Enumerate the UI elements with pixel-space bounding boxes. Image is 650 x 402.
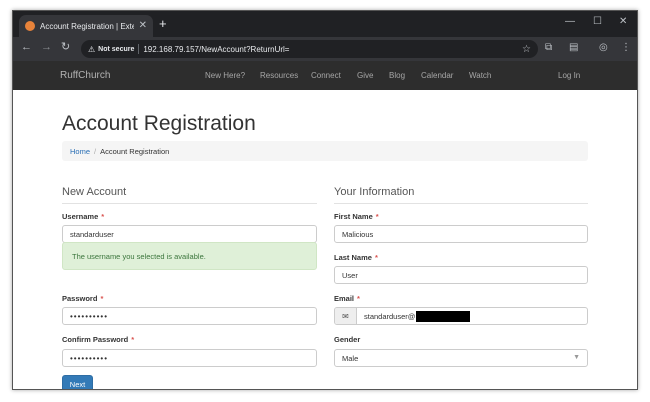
required-marker: * xyxy=(100,294,104,303)
extensions-icon[interactable]: ⧉ xyxy=(545,43,552,53)
required-marker: * xyxy=(357,294,360,303)
breadcrumb: Home / Account Registration xyxy=(62,141,588,161)
envelope-icon: ✉ xyxy=(335,308,357,324)
confirm-password-label-text: Confirm Password xyxy=(62,335,129,344)
address-bar[interactable]: ⚠ Not secure 192.168.79.157/NewAccount?R… xyxy=(81,40,538,58)
warning-triangle-icon[interactable]: ⚠ xyxy=(88,45,95,54)
required-marker: * xyxy=(101,212,105,221)
username-available-alert: The username you selected is available. xyxy=(62,242,317,270)
tab-strip: Account Registration | Externa ✕ + — ☐ ✕ xyxy=(13,11,637,37)
breadcrumb-separator: / xyxy=(94,146,97,156)
email-value: standarduser@ xyxy=(364,311,416,321)
new-tab-button[interactable]: + xyxy=(159,17,167,30)
browser-tab[interactable]: Account Registration | Externa ✕ xyxy=(19,15,153,37)
window-close-icon[interactable]: ✕ xyxy=(619,17,627,27)
nav-link-new-here[interactable]: New Here? xyxy=(205,71,245,80)
last-name-label: Last Name * xyxy=(334,253,378,262)
password-input[interactable]: •••••••••• xyxy=(62,307,317,325)
reload-icon[interactable]: ↻ xyxy=(61,42,70,53)
email-label: Email * xyxy=(334,294,360,303)
your-information-divider xyxy=(334,203,588,204)
last-name-label-text: Last Name xyxy=(334,253,372,262)
site-navbar: RuffChurch New Here? Resources Connect G… xyxy=(13,61,637,90)
minimize-icon[interactable]: — xyxy=(565,17,575,27)
menu-icon[interactable]: ⋮ xyxy=(621,43,631,53)
username-label-text: Username xyxy=(62,212,99,221)
maximize-icon[interactable]: ☐ xyxy=(593,17,602,27)
redaction-box xyxy=(416,310,471,322)
your-information-legend: Your Information xyxy=(334,186,415,198)
url-text[interactable]: 192.168.79.157/NewAccount?ReturnUrl= xyxy=(143,45,522,54)
chevron-down-icon: ▼ xyxy=(573,354,580,361)
new-account-legend: New Account xyxy=(62,186,127,198)
nav-link-blog[interactable]: Blog xyxy=(389,71,405,80)
required-marker: * xyxy=(375,212,379,221)
tab-title: Account Registration | Externa xyxy=(40,21,134,31)
email-label-text: Email xyxy=(334,294,355,303)
forward-icon[interactable]: → xyxy=(41,42,52,53)
nav-link-login[interactable]: Log In xyxy=(558,71,580,80)
nav-link-connect[interactable]: Connect xyxy=(311,71,341,80)
last-name-input[interactable]: User xyxy=(334,266,588,284)
site-brand[interactable]: RuffChurch xyxy=(60,70,110,81)
first-name-input[interactable]: Malicious xyxy=(334,225,588,243)
browser-toolbar: ← → ↻ ⚠ Not secure 192.168.79.157/NewAcc… xyxy=(13,37,637,61)
confirm-password-label: Confirm Password * xyxy=(62,335,134,344)
page-viewport: RuffChurch New Here? Resources Connect G… xyxy=(13,61,637,389)
gender-select[interactable]: Male ▼ xyxy=(334,349,588,367)
first-name-label-text: First Name xyxy=(334,212,373,221)
back-icon[interactable]: ← xyxy=(21,42,32,53)
required-marker: * xyxy=(374,253,378,262)
confirm-password-input[interactable]: •••••••••• xyxy=(62,349,317,367)
breadcrumb-home-link[interactable]: Home xyxy=(70,147,90,156)
username-input[interactable]: standarduser xyxy=(62,225,317,243)
divider xyxy=(138,44,140,54)
side-panel-icon[interactable]: ▤ xyxy=(569,43,578,53)
nav-link-resources[interactable]: Resources xyxy=(260,71,298,80)
profile-icon[interactable]: ◎ xyxy=(599,43,608,53)
nav-link-calendar[interactable]: Calendar xyxy=(421,71,453,80)
username-label: Username * xyxy=(62,212,104,221)
nav-link-watch[interactable]: Watch xyxy=(469,71,491,80)
next-button[interactable]: Next xyxy=(62,375,93,389)
gender-selected-value: Male xyxy=(342,353,359,363)
browser-window: Account Registration | Externa ✕ + — ☐ ✕… xyxy=(12,10,638,390)
required-marker: * xyxy=(131,335,135,344)
gender-label: Gender xyxy=(334,335,361,344)
nav-link-give[interactable]: Give xyxy=(357,71,373,80)
star-icon[interactable]: ☆ xyxy=(522,44,531,55)
password-label: Password * xyxy=(62,294,103,303)
first-name-label: First Name * xyxy=(334,212,379,221)
email-input-group: ✉ standarduser@ xyxy=(334,307,588,325)
breadcrumb-current: Account Registration xyxy=(100,146,170,156)
tab-close-icon[interactable]: ✕ xyxy=(139,21,147,31)
password-label-text: Password xyxy=(62,294,98,303)
security-label[interactable]: Not secure xyxy=(98,46,134,53)
email-input[interactable]: standarduser@ xyxy=(357,308,587,324)
page-title: Account Registration xyxy=(62,112,256,135)
new-account-divider xyxy=(62,203,317,204)
church-favicon-icon xyxy=(25,21,35,31)
